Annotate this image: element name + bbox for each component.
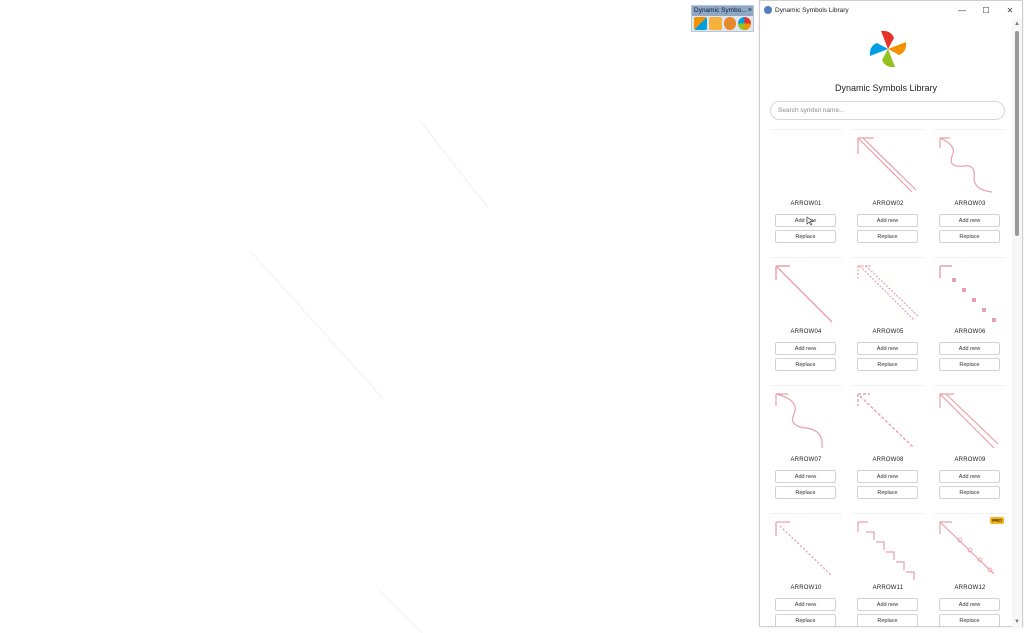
replace-button[interactable]: Replace (939, 358, 1000, 371)
dynamic-symbols-tool-icon[interactable] (738, 17, 751, 30)
drawing-canvas[interactable] (0, 0, 758, 633)
mini-toolbar-title: Dynamic Symbo... × (692, 6, 753, 16)
search-input[interactable] (770, 101, 1005, 120)
mini-toolbar[interactable]: Dynamic Symbo... × (691, 5, 754, 32)
arrow06-thumbnail (939, 265, 996, 322)
dynamic-symbols-window: Dynamic Symbols Library — ☐ ✕ Dynamic Sy… (759, 0, 1023, 627)
window-title: Dynamic Symbols Library (775, 6, 849, 14)
arrow09-thumbnail (939, 393, 999, 449)
add-new-button[interactable]: Add new (857, 342, 918, 355)
replace-button[interactable]: Replace (857, 230, 918, 243)
palette-tool-icon[interactable] (723, 17, 737, 30)
symbol-card: ARROW11 Add new Replace (852, 513, 924, 627)
replace-button[interactable]: Replace (939, 614, 1000, 627)
arrow01-thumbnail (772, 134, 840, 198)
media-tool-icon[interactable] (708, 17, 722, 30)
app-logo-icon (869, 30, 907, 68)
add-new-button[interactable]: Add new (939, 214, 1000, 227)
replace-button[interactable]: Replace (857, 358, 918, 371)
replace-button[interactable]: Replace (857, 486, 918, 499)
arrow07-thumbnail (775, 393, 823, 449)
library-content: Dynamic Symbols Library ARROW01 Add new … (760, 19, 1012, 627)
add-new-button[interactable]: Add new (939, 470, 1000, 483)
app-title: Dynamic Symbols Library (834, 83, 938, 93)
symbol-name: ARROW06 (954, 329, 986, 335)
canvas-guide-line (249, 250, 384, 400)
symbol-name: ARROW01 (790, 201, 822, 207)
symbol-name: ARROW02 (872, 201, 904, 207)
mouse-pointer-icon (806, 216, 814, 226)
symbol-card: ARROW10 Add new Replace (770, 513, 842, 627)
symbol-card: ARROW04 Add new Replace (770, 257, 842, 379)
symbol-card: ARROW02 Add new Replace (852, 129, 924, 251)
symbol-name: ARROW08 (872, 457, 904, 463)
add-new-button[interactable]: Add new (775, 342, 836, 355)
symbol-card: ARROW07 Add new Replace (770, 385, 842, 507)
add-new-button[interactable]: Add new (939, 342, 1000, 355)
symbol-name: ARROW05 (872, 329, 904, 335)
add-new-button[interactable]: Add new (775, 598, 836, 611)
vertical-scrollbar[interactable]: ▲ ▼ (1012, 19, 1022, 627)
mini-toolbar-close-icon[interactable]: × (748, 6, 752, 16)
symbol-name: ARROW04 (790, 329, 822, 335)
replace-button[interactable]: Replace (775, 614, 836, 627)
arrow10-thumbnail (775, 521, 833, 577)
replace-button[interactable]: Replace (939, 230, 1000, 243)
arrow03-thumbnail (939, 137, 993, 193)
add-new-button[interactable]: Add new (939, 598, 1000, 611)
scroll-up-icon[interactable]: ▲ (1013, 20, 1021, 28)
arrow08-thumbnail (857, 393, 915, 449)
add-new-button[interactable]: Add new (857, 598, 918, 611)
minimize-button[interactable]: — (950, 1, 974, 19)
maximize-button[interactable]: ☐ (974, 1, 998, 19)
symbol-card: ARROW09 Add new Replace (934, 385, 1006, 507)
symbol-name: ARROW03 (954, 201, 986, 207)
symbol-card: ARROW01 Add new Replace (770, 129, 842, 251)
add-new-button[interactable]: Add new (775, 470, 836, 483)
scroll-down-icon[interactable]: ▼ (1013, 618, 1021, 626)
arrow04-thumbnail (775, 265, 833, 323)
add-new-button[interactable]: Add new (857, 470, 918, 483)
app-globe-icon (764, 6, 772, 14)
replace-button[interactable]: Replace (775, 230, 836, 243)
close-button[interactable]: ✕ (998, 1, 1022, 19)
symbol-card: ARROW03 Add new Replace (934, 129, 1006, 251)
canvas-guide-line (419, 120, 488, 208)
symbol-name: ARROW09 (954, 457, 986, 463)
arrow02-thumbnail (857, 137, 917, 193)
symbol-name: ARROW10 (790, 585, 822, 591)
symbol-card: ARROW08 Add new Replace (852, 385, 924, 507)
replace-button[interactable]: Replace (775, 358, 836, 371)
symbol-card: ARROW06 Add new Replace (934, 257, 1006, 379)
replace-button[interactable]: Replace (939, 486, 1000, 499)
mini-toolbar-title-text: Dynamic Symbo... (694, 7, 747, 14)
replace-button[interactable]: Replace (775, 486, 836, 499)
replace-button[interactable]: Replace (857, 614, 918, 627)
scroll-thumb[interactable] (1015, 31, 1019, 236)
symbol-name: ARROW12 (954, 585, 986, 591)
symbol-card: PRO ARROW12 Add new Replace (934, 513, 1006, 627)
window-titlebar[interactable]: Dynamic Symbols Library — ☐ ✕ (760, 1, 1022, 19)
canvas-guide-line (379, 590, 423, 633)
add-new-button[interactable]: Add new (857, 214, 918, 227)
symbol-card: ARROW05 Add new Replace (852, 257, 924, 379)
arrow05-thumbnail (857, 265, 919, 321)
shapes-tool-icon[interactable] (694, 17, 707, 30)
symbol-name: ARROW07 (790, 457, 822, 463)
arrow12-thumbnail (939, 521, 995, 575)
pro-badge: PRO (990, 517, 1004, 524)
symbol-name: ARROW11 (872, 585, 904, 591)
arrow11-thumbnail (857, 521, 915, 580)
